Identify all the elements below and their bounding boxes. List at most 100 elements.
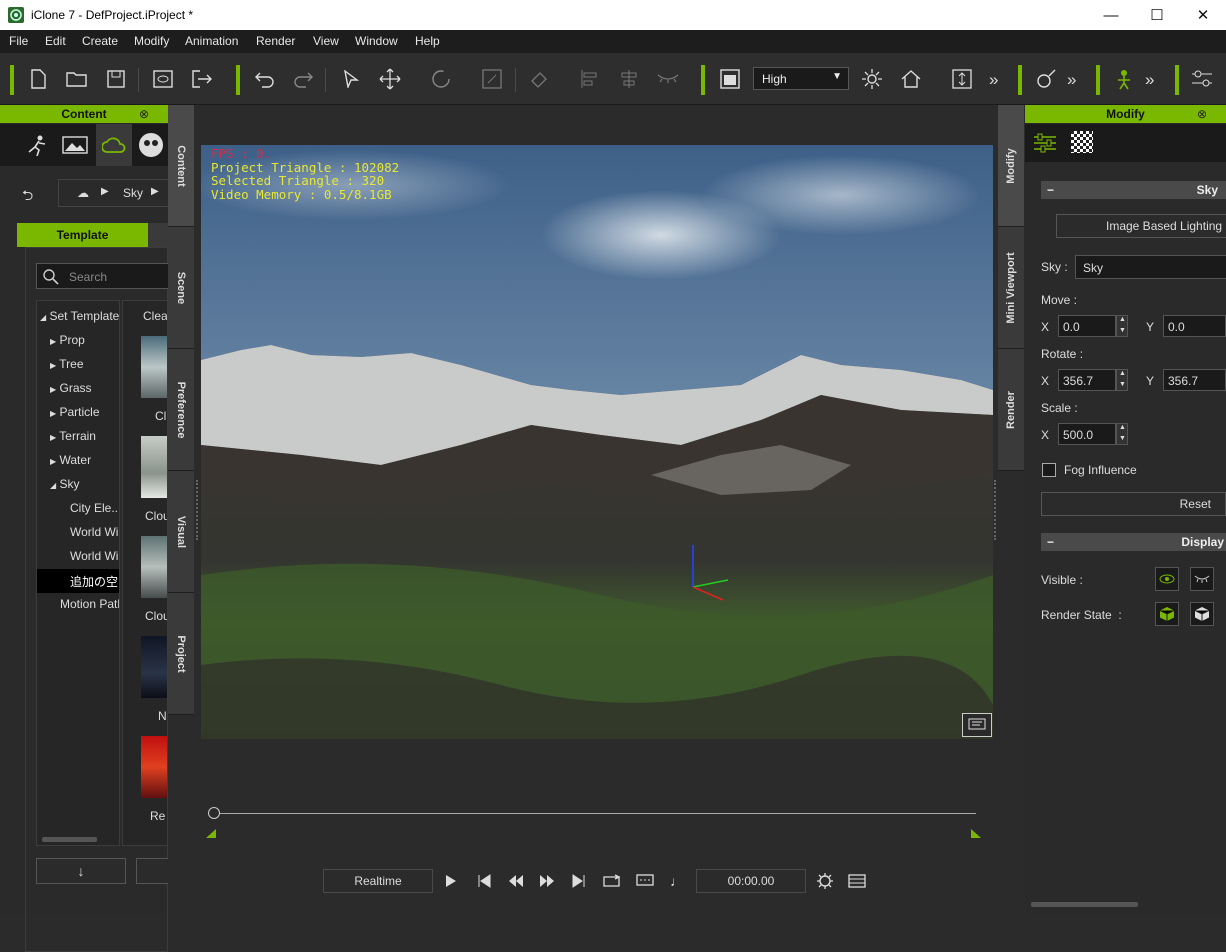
tree-item-terrain[interactable]: ▶ Terrain <box>50 429 96 443</box>
toolbar-more-button-2[interactable]: » <box>1067 70 1076 90</box>
fit-view-icon[interactable] <box>949 66 975 92</box>
scale-tool-icon[interactable] <box>479 66 505 92</box>
media-icon[interactable] <box>134 128 168 162</box>
tree-item-motion-path[interactable]: Motion Path <box>60 597 119 611</box>
menu-file[interactable]: File <box>9 34 28 48</box>
section-display-header[interactable]: − Display <box>1041 533 1226 551</box>
move-tool-icon[interactable] <box>377 66 403 92</box>
section-sky-header[interactable]: − Sky <box>1041 181 1226 199</box>
menu-help[interactable]: Help <box>415 34 440 48</box>
distribute-icon[interactable] <box>616 66 642 92</box>
subtitle-icon[interactable] <box>635 872 655 890</box>
viewport-layout-icon[interactable] <box>717 66 743 92</box>
redo-icon[interactable] <box>290 66 316 92</box>
stage-icon[interactable] <box>58 128 92 162</box>
tree-item-world-wide-2[interactable]: World Wi <box>70 549 118 563</box>
tree-item-set-template[interactable]: ◢ Set Template <box>40 309 119 323</box>
settings-sliders-icon[interactable] <box>1189 66 1215 92</box>
move-x-stepper[interactable]: ▲ ▼ <box>1116 315 1128 337</box>
checker-material-icon[interactable] <box>1071 131 1093 153</box>
sky-thumbnail[interactable] <box>141 736 167 798</box>
breadcrumb-sky[interactable]: Sky <box>123 186 143 200</box>
close-panel-icon[interactable]: ⊗ <box>1197 107 1207 121</box>
tree-item-water[interactable]: ▶ Water <box>50 453 91 467</box>
tree-item-prop[interactable]: ▶ Prop <box>50 333 85 347</box>
open-folder-icon[interactable] <box>64 66 90 92</box>
quality-dropdown[interactable]: High ▼ <box>753 67 849 90</box>
eye-open-icon[interactable] <box>1155 567 1179 591</box>
eye-closed-icon[interactable] <box>655 66 681 92</box>
timeline-track[interactable] <box>213 813 976 814</box>
play-icon[interactable] <box>442 872 460 890</box>
tree-item-grass[interactable]: ▶ Grass <box>50 381 92 395</box>
tree-scrollbar[interactable] <box>42 837 97 842</box>
new-file-icon[interactable] <box>25 66 51 92</box>
home-camera-icon[interactable] <box>898 66 924 92</box>
toolbar-more-button[interactable]: » <box>989 70 998 90</box>
scale-x-field[interactable]: 500.0 <box>1058 423 1116 445</box>
export-icon[interactable] <box>189 66 215 92</box>
comment-icon[interactable] <box>962 713 992 737</box>
skip-to-end-icon[interactable] <box>570 872 588 890</box>
rotate-y-field[interactable]: 356.7 <box>1163 369 1226 391</box>
undo-icon[interactable] <box>252 66 278 92</box>
align-icon[interactable] <box>577 66 603 92</box>
rotate-tool-icon[interactable] <box>428 66 454 92</box>
sky-category-icon[interactable] <box>96 124 132 166</box>
character-motion-icon[interactable] <box>1111 66 1137 92</box>
splitter-handle[interactable] <box>196 480 198 540</box>
realtime-dropdown[interactable]: Realtime <box>323 869 433 893</box>
time-display[interactable]: 00:00.00 <box>696 869 806 893</box>
move-x-field[interactable]: 0.0 <box>1058 315 1116 337</box>
sliders-icon[interactable] <box>1031 129 1059 157</box>
sky-field[interactable]: Sky <box>1075 255 1226 279</box>
solid-cube-icon[interactable] <box>1155 602 1179 626</box>
minimize-button[interactable]: — <box>1088 0 1134 30</box>
sky-thumbnail[interactable] <box>141 636 167 698</box>
move-y-field[interactable]: 0.0 <box>1163 315 1226 337</box>
sky-thumbnail[interactable] <box>141 336 167 398</box>
preview-icon[interactable] <box>150 66 176 92</box>
side-tab-preference[interactable]: Preference <box>168 349 194 471</box>
menu-render[interactable]: Render <box>256 34 295 48</box>
sun-light-icon[interactable] <box>859 66 885 92</box>
back-icon[interactable]: ⮌ <box>22 185 33 209</box>
timeline-playhead[interactable] <box>208 807 220 819</box>
transform-gizmo-icon[interactable] <box>671 540 731 605</box>
rewind-icon[interactable] <box>507 872 525 890</box>
tree-item-world-wide-1[interactable]: World Wi <box>70 525 118 539</box>
toolbar-more-button-3[interactable]: » <box>1145 70 1154 90</box>
timeline-end-marker[interactable] <box>971 829 981 838</box>
tree-item-particle[interactable]: ▶ Particle <box>50 405 100 419</box>
search-input[interactable]: Search <box>36 263 176 289</box>
camera-path-icon[interactable] <box>1033 66 1059 92</box>
tree-item-sky[interactable]: ◢ Sky <box>50 477 80 491</box>
wire-cube-icon[interactable] <box>1190 602 1214 626</box>
music-note-icon[interactable]: ♩ <box>668 872 686 890</box>
select-arrow-icon[interactable] <box>338 66 364 92</box>
3d-viewport[interactable]: FPS : 0. Project Triangle : 102082 Selec… <box>201 145 993 739</box>
timeline-editor-icon[interactable] <box>847 872 867 890</box>
reset-button[interactable]: Reset <box>1041 492 1226 516</box>
download-button[interactable]: ↓ <box>36 858 126 884</box>
tree-item-additional-sky[interactable]: 追加の空 <box>70 573 118 590</box>
skip-to-start-icon[interactable] <box>475 872 493 890</box>
sky-thumbnail[interactable] <box>141 536 167 598</box>
menu-view[interactable]: View <box>313 34 339 48</box>
side-tab-modify[interactable]: Modify <box>998 105 1024 227</box>
sky-thumbnail[interactable] <box>141 436 167 498</box>
rotate-x-field[interactable]: 356.7 <box>1058 369 1116 391</box>
fog-influence-checkbox[interactable] <box>1042 463 1056 477</box>
tree-item-tree[interactable]: ▶ Tree <box>50 357 84 371</box>
menu-animation[interactable]: Animation <box>185 34 238 48</box>
menu-create[interactable]: Create <box>82 34 118 48</box>
close-panel-icon[interactable]: ⊗ <box>139 107 149 121</box>
eye-closed-icon[interactable] <box>1190 567 1214 591</box>
side-tab-mini-viewport[interactable]: Mini Viewport <box>998 227 1024 349</box>
maximize-button[interactable]: ☐ <box>1134 0 1180 30</box>
menu-edit[interactable]: Edit <box>45 34 66 48</box>
close-button[interactable]: ✕ <box>1180 0 1226 30</box>
motion-icon[interactable] <box>20 128 54 162</box>
scale-x-stepper[interactable]: ▲ ▼ <box>1116 423 1128 445</box>
settings-gear-icon[interactable] <box>815 872 835 890</box>
